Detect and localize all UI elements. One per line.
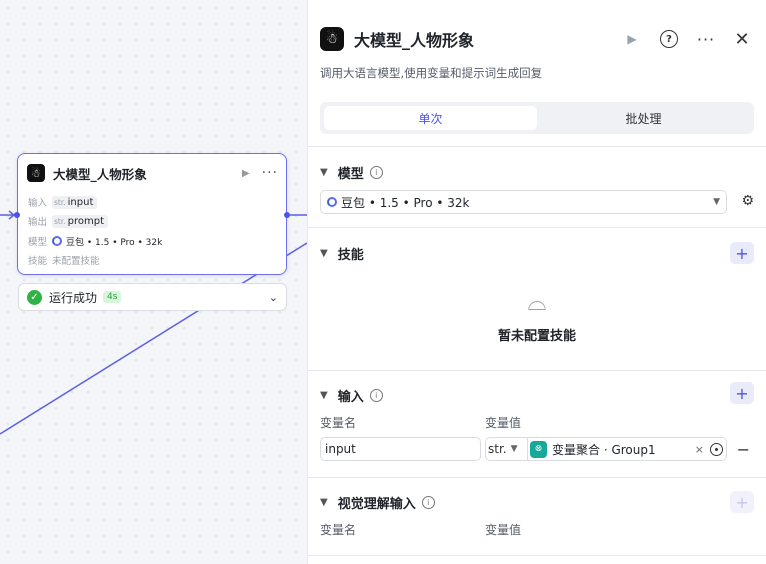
panel-description: 调用大语言模型,使用变量和提示词生成回复: [320, 66, 543, 80]
node-header: ☃ 大模型_人物形象 ▶ ···: [27, 163, 278, 183]
llm-logo-icon: ☃: [320, 27, 344, 51]
info-icon[interactable]: i: [369, 166, 383, 179]
var-type-select[interactable]: str. ▼: [485, 437, 527, 461]
more-icon[interactable]: ···: [694, 27, 718, 51]
doubao-icon: [52, 236, 62, 246]
more-icon[interactable]: ···: [262, 165, 278, 181]
node-config-panel: ☃ 大模型_人物形象 ▶ ? ··· ✕ 调用大语言模型,使用变量和提示词生成回…: [307, 0, 766, 564]
ref-label: 变量聚合 · Group1: [552, 442, 656, 457]
model-section-title: 模型: [337, 167, 364, 182]
model-select[interactable]: 豆包 • 1.5 • Pro • 32k ▼: [320, 190, 727, 214]
workflow-canvas[interactable]: ☃ 大模型_人物形象 ▶ ··· 输入 str. input 输出 str. p…: [0, 0, 307, 564]
chevron-down-icon[interactable]: ▼: [320, 248, 328, 259]
variable-picker-icon[interactable]: [710, 442, 723, 456]
info-icon[interactable]: i: [369, 389, 383, 402]
node-input-row: 输入 str. input: [28, 194, 98, 210]
variable-merge-icon: ⊗: [530, 440, 547, 458]
chevron-down-icon[interactable]: ▼: [320, 497, 328, 508]
input-section-title: 输入: [337, 390, 364, 405]
node-skill-row: 技能 未配置技能: [28, 252, 100, 268]
panel-header: ☃ 大模型_人物形象 ▶ ? ··· ✕: [320, 26, 754, 52]
empty-inbox-icon: ⌓: [527, 288, 547, 316]
node-title: 大模型_人物形象: [53, 166, 147, 182]
divider: [308, 477, 766, 478]
input-section-header[interactable]: ▼ 输入 i: [320, 386, 383, 405]
info-icon[interactable]: i: [421, 496, 435, 509]
status-text: 运行成功: [49, 290, 98, 305]
skill-value: 未配置技能: [52, 256, 100, 267]
skills-section-title: 技能: [337, 248, 364, 263]
col-var-name: 变量名: [320, 523, 357, 537]
llm-node-card[interactable]: ☃ 大模型_人物形象 ▶ ··· 输入 str. input 输出 str. p…: [17, 153, 287, 275]
divider: [308, 227, 766, 228]
divider: [308, 370, 766, 371]
clear-ref-icon[interactable]: ×: [695, 443, 704, 456]
node-model-row: 模型 豆包 • 1.5 • Pro • 32k: [28, 233, 162, 249]
model-selected: 豆包 • 1.5 • Pro • 32k: [341, 195, 470, 210]
add-skill-button[interactable]: +: [730, 242, 754, 264]
chevron-down-icon[interactable]: ⌄: [269, 291, 278, 304]
skills-section-header[interactable]: ▼ 技能: [320, 244, 364, 263]
output-port[interactable]: [284, 212, 290, 218]
play-icon[interactable]: ▶: [242, 168, 250, 179]
node-output-row: 输出 str. prompt: [28, 213, 109, 229]
gear-icon[interactable]: ⚙: [741, 193, 754, 209]
empty-state: ⌓: [308, 288, 766, 316]
var-name-input[interactable]: input: [320, 437, 481, 461]
model-section-header[interactable]: ▼ 模型 i: [320, 163, 383, 182]
mode-tabs: 单次 批处理: [320, 102, 754, 134]
col-var-value: 变量值: [485, 523, 522, 537]
node-model-name: 豆包 • 1.5 • Pro • 32k: [66, 237, 163, 248]
input-port[interactable]: [14, 212, 20, 218]
vision-section-title: 视觉理解输入: [337, 497, 416, 512]
chevron-down-icon[interactable]: ▼: [320, 390, 328, 401]
connection-edges: [0, 210, 307, 435]
col-var-name: 变量名: [320, 416, 357, 430]
vision-section-header[interactable]: ▼ 视觉理解输入 i: [320, 493, 435, 512]
remove-row-button[interactable]: −: [737, 440, 750, 459]
llm-logo-icon: ☃: [27, 164, 45, 182]
add-vision-input-button[interactable]: +: [730, 491, 754, 513]
model-label: 模型: [28, 237, 48, 248]
output-label: 输出: [28, 217, 48, 228]
skill-label: 技能: [28, 256, 48, 267]
chevron-down-icon: ▼: [510, 444, 518, 454]
duration-badge: 4s: [103, 291, 122, 303]
tab-single[interactable]: 单次: [324, 106, 537, 130]
tab-batch[interactable]: 批处理: [537, 106, 750, 130]
run-status-bar[interactable]: ✓ 运行成功 4s ⌄: [18, 283, 287, 311]
input-label: 输入: [28, 198, 48, 209]
divider: [308, 146, 766, 147]
chevron-down-icon[interactable]: ▼: [320, 167, 328, 178]
close-icon[interactable]: ✕: [730, 27, 754, 51]
ref-chip: ⊗ 变量聚合 · Group1: [530, 440, 656, 458]
empty-skill-text: 暂未配置技能: [497, 329, 576, 344]
check-circle-icon: ✓: [27, 289, 42, 305]
add-input-button[interactable]: +: [730, 382, 754, 404]
var-value-ref[interactable]: ⊗ 变量聚合 · Group1 ×: [527, 437, 727, 461]
input-tag: str. input: [52, 195, 98, 209]
chevron-down-icon: ▼: [713, 197, 720, 207]
col-var-value: 变量值: [485, 416, 522, 430]
play-icon[interactable]: ▶: [620, 27, 644, 51]
help-icon[interactable]: ?: [660, 30, 678, 48]
doubao-icon: [327, 197, 337, 207]
divider: [308, 555, 766, 556]
output-tag: str. prompt: [52, 214, 109, 228]
panel-title: 大模型_人物形象: [354, 31, 475, 50]
